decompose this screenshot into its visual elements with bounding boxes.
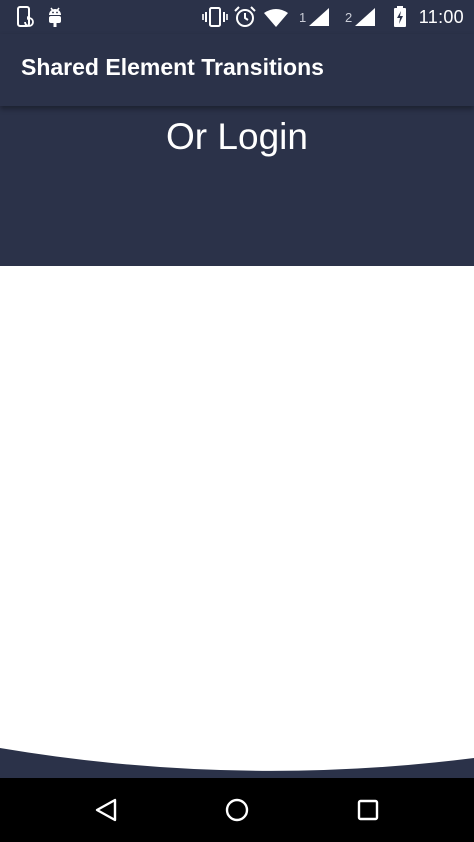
sim2-label: 2	[345, 10, 353, 25]
vibrate-icon	[202, 7, 228, 27]
back-icon	[95, 798, 117, 822]
sim1-label: 1	[299, 10, 307, 25]
home-button[interactable]	[217, 792, 257, 828]
status-bar: 1 2 11:00	[0, 0, 474, 34]
or-login-heading: Or Login	[166, 116, 308, 157]
recents-icon	[357, 799, 379, 821]
status-time: 11:00	[418, 7, 464, 27]
back-button[interactable]	[86, 792, 126, 828]
alarm-icon	[234, 6, 256, 27]
wifi-icon	[264, 9, 288, 27]
signal-sim1-icon	[309, 8, 329, 26]
phone-update-icon	[17, 6, 34, 27]
toolbar: Shared Element Transitions	[0, 34, 474, 106]
content-area	[0, 266, 474, 778]
home-icon	[225, 798, 249, 822]
signal-sim2-icon	[355, 8, 375, 26]
toolbar-title: Shared Element Transitions	[21, 54, 324, 80]
android-debug-icon	[49, 7, 61, 27]
header-panel: Or Login	[0, 106, 474, 266]
navigation-bar	[0, 778, 474, 842]
battery-charging-icon	[394, 6, 406, 27]
app-screen: 1 2 11:00 Shared Element Transitions Or …	[0, 0, 474, 842]
recents-button[interactable]	[348, 792, 388, 828]
transition-curve-shape	[0, 748, 474, 778]
